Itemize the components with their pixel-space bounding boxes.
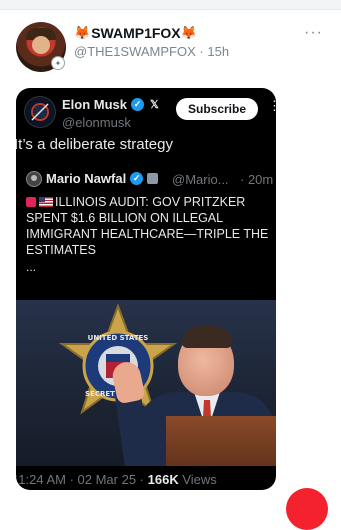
post-author-name-row[interactable]: 🦊 SWAMP1FOX 🦊 [74,25,198,41]
quote-author-avatar[interactable] [26,171,42,187]
embed-post-text: It’s a deliberate strategy [16,136,173,153]
community-badge-icon: ✦ [51,56,65,70]
embed-avatar-icon [31,103,49,121]
embed-author-name-row[interactable]: Elon Musk ✓ 𝕏 [62,97,159,112]
x-logo-icon: 𝕏 [150,99,159,111]
podium [166,416,276,466]
post-time[interactable]: 15h [207,44,229,59]
embed-views-count: 166K [147,472,179,487]
quote-author-name-row[interactable]: Mario Nawfal ✓ [46,171,159,186]
fox-emoji-icon: 🦊 [74,25,91,40]
embed-author-name[interactable]: Elon Musk [62,97,127,112]
fox-emoji-icon: 🦊 [180,25,197,40]
embed-views-label: Views [182,472,217,487]
quote-time: · 20m [240,172,274,187]
quote-text-block: ILLINOIS AUDIT: GOV PRITZKER SPENT $1.6 … [26,194,271,258]
person-hair [182,326,232,348]
quote-author-handle[interactable]: @Mario... [172,172,229,187]
affiliate-badge-icon [147,173,159,184]
quoted-post[interactable]: Mario Nawfal ✓ @Mario... · 20m ILLINOIS … [16,166,276,296]
us-flag-icon [39,197,53,207]
verified-badge-icon: ✓ [131,98,145,111]
embed-footer: 11:24 AM · 02 Mar 25 · 166K Views [16,472,217,487]
news-photo[interactable]: UNITED STATES SECRET [16,300,276,466]
post[interactable]: ✦ 🦊 SWAMP1FOX 🦊 @THE1SWAMPFOX · 15h ··· … [0,10,341,500]
seal-text-top: UNITED STATES [88,334,149,342]
avatar-face [32,36,50,54]
top-bar [0,0,341,10]
embed-more-icon[interactable]: ⋮ [268,98,276,114]
post-time-separator: · [199,44,204,59]
seal-text-bottom: SECRET [85,390,115,398]
embed-author-avatar[interactable] [24,96,56,128]
post-author-name[interactable]: SWAMP1FOX [91,25,180,41]
quote-ellipsis: ... [26,260,37,274]
subscribe-button[interactable]: Subscribe [176,98,258,120]
compose-fab-button[interactable] [286,488,328,530]
verified-badge-icon: ✓ [130,172,144,185]
post-author-meta: @THE1SWAMPFOX · 15h [74,44,229,59]
embed-footer-time: 11:24 AM · 02 Mar 25 · [16,472,144,487]
quote-text: ILLINOIS AUDIT: GOV PRITZKER SPENT $1.6 … [26,195,269,257]
embed-author-handle[interactable]: @elonmusk [62,115,131,130]
post-author-handle[interactable]: @THE1SWAMPFOX [74,44,196,59]
more-options-button[interactable]: ··· [304,24,323,42]
embedded-post-image[interactable]: Elon Musk ✓ 𝕏 @elonmusk Subscribe ⋮ It’s… [16,88,276,490]
siren-emoji-icon [26,197,36,207]
quote-author-name[interactable]: Mario Nawfal [46,171,126,186]
